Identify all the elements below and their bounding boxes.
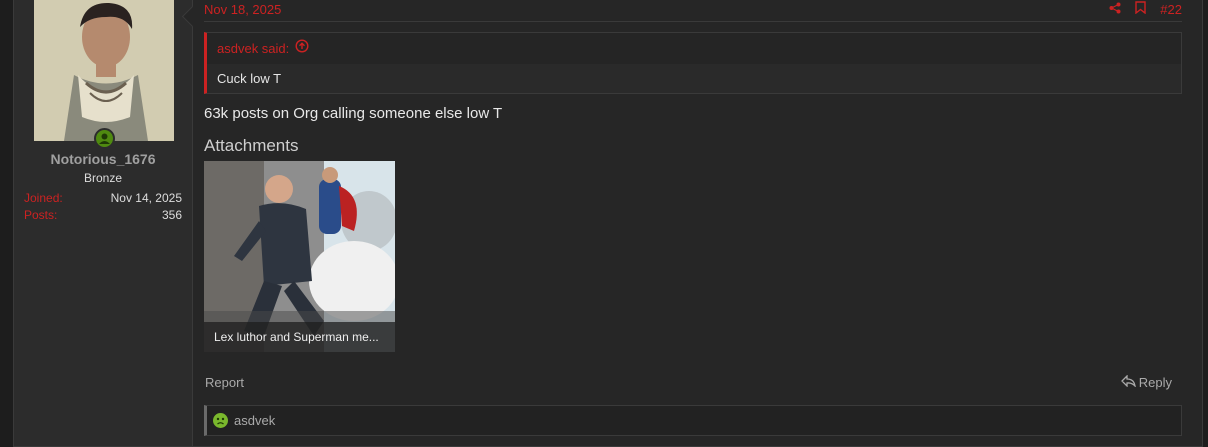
post-header-actions: #22: [1109, 1, 1182, 17]
forum-post: Notorious_1676 Bronze Joined: Nov 14, 20…: [13, 0, 1203, 447]
bookmark-icon[interactable]: [1135, 1, 1146, 17]
post-message: 63k posts on Org calling someone else lo…: [204, 105, 503, 122]
avatar-image: [34, 0, 174, 141]
reply-icon: [1120, 374, 1136, 390]
user-avatar[interactable]: [34, 0, 174, 141]
quote-header[interactable]: asdvek said:: [207, 33, 1181, 64]
joined-label: Joined:: [24, 191, 63, 205]
arrow-up-circle-icon[interactable]: [295, 33, 309, 64]
reactions-bar[interactable]: asdvek: [204, 405, 1182, 436]
attachments-title: Attachments: [204, 136, 299, 155]
online-status-icon: [94, 128, 115, 149]
report-link[interactable]: Report: [205, 375, 244, 390]
joined-stat: Joined: Nov 14, 2025: [24, 191, 182, 205]
username[interactable]: Notorious_1676: [14, 151, 192, 167]
post-main: Nov 18, 2025 #22 asdvek said: Cuck low T…: [204, 0, 1182, 446]
quote-block: asdvek said: Cuck low T: [204, 32, 1182, 94]
posts-stat: Posts: 356: [24, 208, 182, 222]
reply-button[interactable]: Reply: [1120, 374, 1172, 390]
share-icon[interactable]: [1109, 2, 1121, 17]
reply-label: Reply: [1138, 375, 1172, 390]
quote-author[interactable]: asdvek said:: [217, 33, 289, 64]
joined-value: Nov 14, 2025: [110, 191, 182, 205]
posts-value: 356: [161, 208, 182, 222]
header-divider: [204, 21, 1182, 22]
angry-reaction-icon: [213, 413, 228, 428]
attachment-caption[interactable]: Lex luthor and Superman me...: [204, 322, 395, 352]
reaction-user[interactable]: asdvek: [234, 413, 275, 428]
quote-text: Cuck low T: [207, 64, 1181, 93]
user-rank: Bronze: [83, 171, 123, 185]
post-date[interactable]: Nov 18, 2025: [204, 2, 281, 17]
attachment-thumbnail[interactable]: Lex luthor and Superman me...: [204, 161, 395, 352]
user-info-column: Notorious_1676 Bronze Joined: Nov 14, 20…: [14, 0, 193, 446]
post-number[interactable]: #22: [1160, 2, 1182, 17]
posts-label: Posts:: [24, 208, 58, 222]
